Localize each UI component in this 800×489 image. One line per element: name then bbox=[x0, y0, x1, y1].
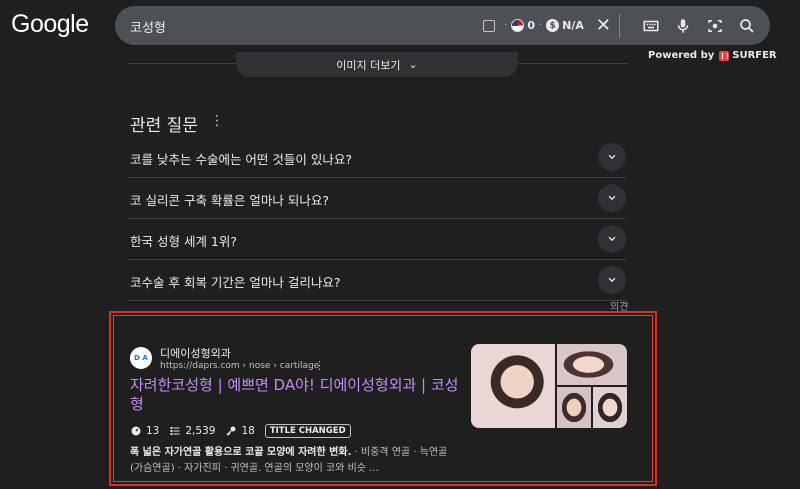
lens-camera-icon[interactable] bbox=[704, 15, 726, 37]
thumbnail-column bbox=[557, 344, 627, 428]
powered-by-label: Powered by bbox=[648, 50, 715, 61]
thumbnail-image-main bbox=[471, 344, 555, 428]
more-images-label: 이미지 더보기 bbox=[336, 58, 401, 72]
chevron-down-icon[interactable] bbox=[598, 266, 626, 294]
site-favicon[interactable]: D A bbox=[130, 347, 152, 369]
keyboard-icon[interactable] bbox=[640, 15, 662, 37]
result-options-icon[interactable]: ⋮ bbox=[314, 359, 325, 372]
key-icon bbox=[226, 426, 236, 436]
question-text: 코수술 후 회복 기간은 얼마나 걸리나요? bbox=[130, 275, 341, 290]
question-item[interactable]: 코 실리콘 구축 확률은 얼마나 되나요? bbox=[128, 178, 626, 219]
chevron-down-icon[interactable] bbox=[598, 143, 626, 171]
metric-2: 2,539 bbox=[169, 425, 215, 437]
surfer-brand: SURFER bbox=[732, 50, 777, 61]
thumbnail-image-bottom-right bbox=[593, 387, 627, 428]
divider bbox=[619, 13, 620, 38]
chevron-down-icon[interactable] bbox=[598, 184, 626, 212]
powered-by-surfer[interactable]: Powered by SURFER bbox=[648, 50, 777, 61]
microphone-icon[interactable] bbox=[672, 15, 694, 37]
search-volume-value: 0 bbox=[527, 19, 535, 32]
metric-2-value: 2,539 bbox=[185, 425, 216, 437]
separator-dot: · bbox=[538, 20, 543, 31]
gauge-icon bbox=[131, 426, 141, 436]
chevron-down-icon: ⌄ bbox=[408, 58, 418, 71]
search-icon[interactable] bbox=[736, 15, 758, 37]
google-logo[interactable]: Google bbox=[11, 10, 89, 39]
list-icon bbox=[170, 427, 180, 435]
search-input[interactable]: 코성형 bbox=[130, 17, 166, 36]
question-item[interactable]: 코를 낮추는 수술에는 어떤 것들이 있나요? bbox=[128, 137, 626, 178]
question-item[interactable]: 한국 성형 세계 1위? bbox=[128, 219, 626, 260]
site-name[interactable]: 디에이성형외과 bbox=[160, 345, 231, 361]
separator-dot: · bbox=[504, 20, 508, 31]
us-flag-icon bbox=[511, 19, 525, 32]
more-images-button[interactable]: 이미지 더보기 ⌄ bbox=[236, 52, 518, 77]
thumbnail-row bbox=[557, 387, 627, 428]
metric-1: 13 bbox=[130, 425, 159, 437]
question-text: 코를 낮추는 수술에는 어떤 것들이 있나요? bbox=[130, 152, 353, 167]
related-questions-title: 관련 질문 bbox=[130, 116, 198, 136]
question-item[interactable]: 코수술 후 회복 기간은 얼마나 걸리나요? bbox=[128, 260, 626, 301]
question-text: 코 실리콘 구축 확률은 얼마나 되나요? bbox=[130, 193, 330, 208]
more-options-icon[interactable]: ⋮ bbox=[210, 113, 224, 129]
thumbnail-image-bottom-left bbox=[557, 387, 591, 428]
result-metrics: 13 2,539 18 TITLE CHANGED bbox=[130, 424, 351, 438]
snippet-bold: 폭 넓은 자가연골 활용으로 코끝 모양에 자려한 변화. bbox=[130, 447, 352, 458]
surfer-logo-icon bbox=[719, 50, 730, 61]
metric-3-value: 18 bbox=[241, 425, 255, 437]
chevron-down-icon[interactable] bbox=[598, 225, 626, 253]
result-title-link[interactable]: 자려한코성형 | 예쁘면 DA야! 디에이성형외과 | 코성형 bbox=[130, 376, 460, 414]
result-thumbnail[interactable] bbox=[471, 344, 627, 428]
clear-search-icon[interactable]: ✕ bbox=[596, 15, 611, 36]
extension-checkbox[interactable] bbox=[483, 19, 496, 32]
cpc-value: N/A bbox=[562, 19, 584, 32]
thumbnail-image-top bbox=[557, 344, 627, 385]
search-bar-tools: · 0 · $ N/A ✕ bbox=[483, 6, 758, 45]
question-text: 한국 성형 세계 1위? bbox=[130, 234, 238, 249]
result-snippet: 폭 넓은 자가연골 활용으로 코끝 모양에 자려한 변화. · 비중격 연골 ·… bbox=[130, 445, 458, 477]
metric-3: 18 bbox=[225, 425, 255, 437]
metric-1-value: 13 bbox=[146, 425, 160, 437]
title-changed-badge: TITLE CHANGED bbox=[264, 424, 351, 438]
search-bar[interactable]: 코성형 · 0 · $ N/A ✕ bbox=[115, 6, 770, 45]
dollar-icon: $ bbox=[546, 19, 560, 32]
site-url[interactable]: https://daprs.com › nose › cartilage bbox=[160, 361, 319, 371]
